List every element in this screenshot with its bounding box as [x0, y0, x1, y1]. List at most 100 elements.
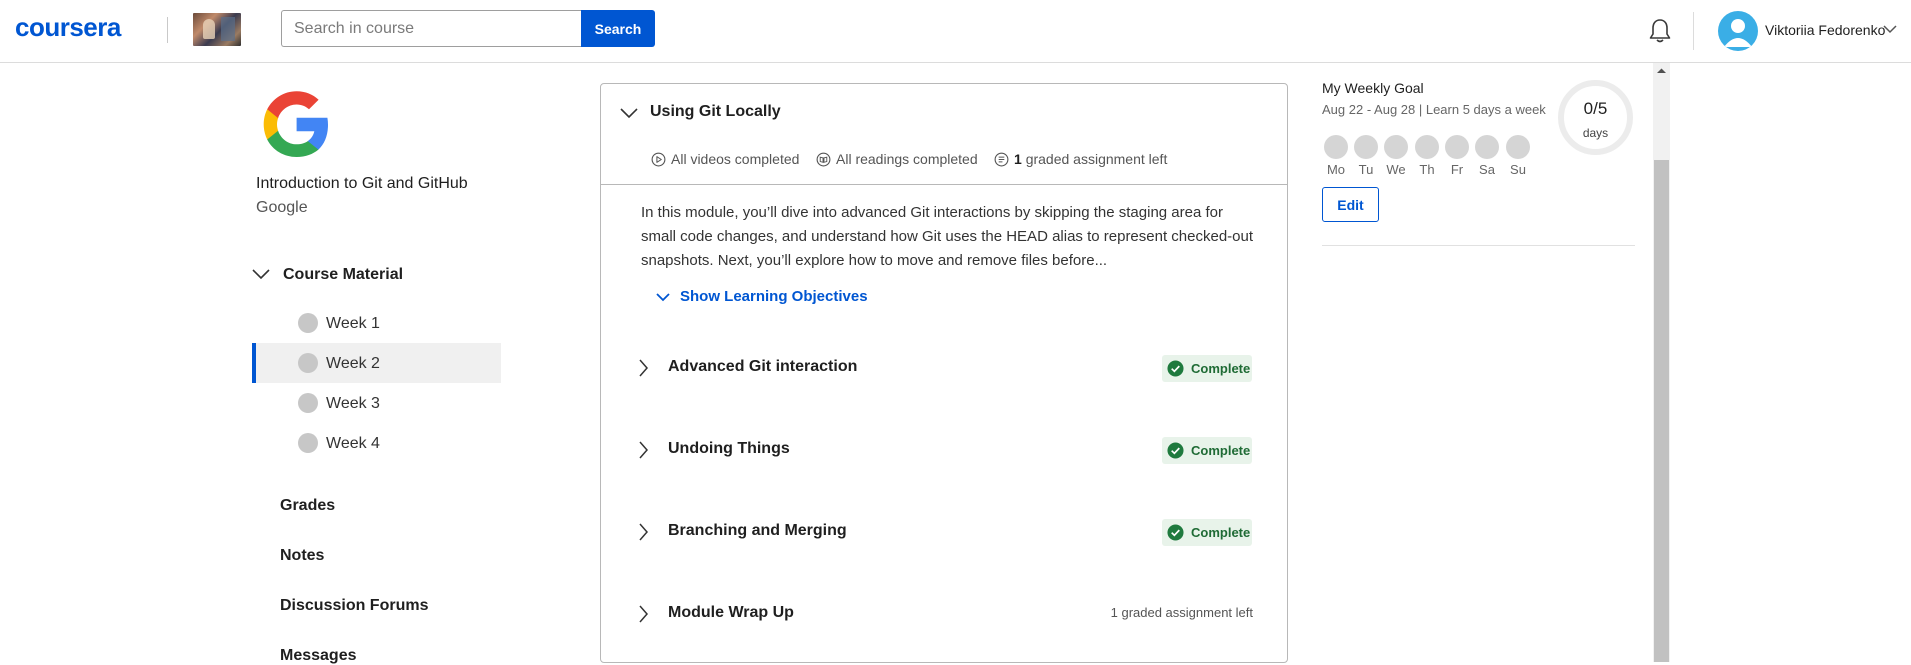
- edit-goal-button[interactable]: Edit: [1322, 187, 1379, 222]
- search-button[interactable]: Search: [581, 10, 655, 47]
- day-label: Tu: [1358, 162, 1374, 177]
- lesson-title: Module Wrap Up: [668, 604, 794, 621]
- day-dot: [1506, 135, 1530, 159]
- avatar-icon[interactable]: [1718, 11, 1758, 51]
- google-logo: [263, 91, 328, 157]
- weekly-goal-title: My Weekly Goal: [1322, 80, 1424, 96]
- day-fr: Fr: [1445, 135, 1469, 177]
- sidebar-link-messages[interactable]: Messages: [280, 647, 357, 665]
- check-circle-icon: [1167, 442, 1184, 459]
- lesson-row[interactable]: Advanced Git interaction Complete: [601, 341, 1287, 401]
- graded-assignment-left: 1 graded assignment left: [1110, 605, 1253, 620]
- graded-count: 1: [1014, 151, 1022, 167]
- goal-unit: days: [1582, 126, 1609, 140]
- goal-count: 0/5: [1583, 99, 1608, 118]
- chevron-down-icon: [656, 292, 670, 301]
- scrollbar-thumb[interactable]: [1654, 160, 1669, 662]
- sidebar-item-week-1[interactable]: Week 1: [252, 303, 501, 343]
- day-label: We: [1386, 162, 1406, 177]
- module-header[interactable]: Using Git Locally All videos completed A…: [601, 84, 1287, 185]
- check-circle-icon: [1167, 524, 1184, 541]
- complete-label: Complete: [1191, 443, 1251, 458]
- course-material-label: Course Material: [283, 266, 404, 283]
- week-label: Week 2: [326, 355, 380, 372]
- chevron-down-icon: [252, 269, 270, 280]
- progress-dot: [298, 393, 318, 413]
- play-circle-icon: [651, 152, 666, 166]
- day-su: Su: [1506, 135, 1530, 177]
- weekly-goal-range: Aug 22 - Aug 28 | Learn 5 days a week: [1322, 102, 1546, 117]
- course-thumbnail[interactable]: [193, 13, 241, 46]
- readings-status-text: All readings completed: [836, 151, 978, 167]
- coursera-logo[interactable]: coursera: [15, 12, 121, 43]
- lesson-row[interactable]: Undoing Things Complete: [601, 423, 1287, 483]
- day-label: Th: [1419, 162, 1435, 177]
- scroll-up-arrow-icon[interactable]: [1655, 66, 1668, 76]
- videos-status-text: All videos completed: [671, 151, 800, 167]
- weekly-goal-progress-ring: 0/5 days: [1558, 80, 1633, 155]
- day-label: Su: [1510, 162, 1526, 177]
- day-label: Sa: [1479, 162, 1495, 177]
- sidebar-link-discussion-forums[interactable]: Discussion Forums: [280, 597, 428, 615]
- chevron-right-icon: [639, 359, 648, 377]
- sidebar-link-notes[interactable]: Notes: [280, 547, 324, 565]
- day-dot: [1445, 135, 1469, 159]
- day-dot: [1354, 135, 1378, 159]
- lesson-row[interactable]: Branching and Merging Complete: [601, 505, 1287, 565]
- day-dot: [1384, 135, 1408, 159]
- day-label: Mo: [1326, 162, 1346, 177]
- chevron-right-icon: [639, 441, 648, 459]
- bell-icon[interactable]: [1648, 18, 1672, 44]
- week-label: Week 1: [326, 315, 380, 332]
- header-divider: [1693, 12, 1694, 50]
- course-material-toggle[interactable]: Course Material: [250, 263, 500, 289]
- assignment-icon: [994, 152, 1009, 166]
- day-sa: Sa: [1475, 135, 1499, 177]
- day-we: We: [1384, 135, 1408, 177]
- day-tu: Tu: [1354, 135, 1378, 177]
- readings-status: All readings completed: [816, 151, 978, 167]
- sidebar-link-grades[interactable]: Grades: [280, 497, 335, 515]
- chevron-right-icon: [639, 523, 648, 541]
- learning-objectives-label: Show Learning Objectives: [680, 288, 868, 305]
- chevron-down-icon: [620, 108, 638, 119]
- progress-dot: [298, 433, 318, 453]
- day-dot: [1475, 135, 1499, 159]
- top-header: coursera Search Viktoriia Fedorenko: [0, 0, 1911, 63]
- search-input[interactable]: [281, 10, 582, 47]
- week-label: Week 4: [326, 435, 380, 452]
- course-organization: Google: [256, 199, 308, 216]
- sidebar-item-week-3[interactable]: Week 3: [252, 383, 501, 423]
- user-name[interactable]: Viktoriia Fedorenko: [1765, 22, 1885, 38]
- complete-label: Complete: [1191, 361, 1251, 376]
- videos-status: All videos completed: [651, 151, 799, 167]
- sidebar-item-week-4[interactable]: Week 4: [252, 423, 501, 463]
- lesson-title: Branching and Merging: [668, 522, 847, 539]
- progress-dot: [298, 353, 318, 373]
- graded-status-text: graded assignment left: [1025, 151, 1168, 167]
- complete-badge: Complete: [1162, 519, 1252, 546]
- logo-divider: [167, 17, 168, 43]
- day-th: Th: [1415, 135, 1439, 177]
- chevron-down-icon[interactable]: [1883, 24, 1897, 34]
- day-dot: [1324, 135, 1348, 159]
- progress-dot: [298, 313, 318, 333]
- course-title: Introduction to Git and GitHub: [256, 175, 468, 192]
- active-indicator: [252, 343, 256, 383]
- day-dot: [1415, 135, 1439, 159]
- sidebar-item-week-2[interactable]: Week 2: [252, 343, 501, 383]
- chevron-right-icon: [639, 605, 648, 623]
- week-label: Week 3: [326, 395, 380, 412]
- day-mo: Mo: [1324, 135, 1348, 177]
- show-learning-objectives-link[interactable]: Show Learning Objectives: [656, 288, 868, 305]
- complete-badge: Complete: [1162, 437, 1252, 464]
- graded-status: 1 graded assignment left: [994, 151, 1167, 167]
- complete-label: Complete: [1191, 525, 1251, 540]
- reading-icon: [816, 152, 831, 166]
- module-title: Using Git Locally: [650, 103, 781, 120]
- lesson-row[interactable]: Module Wrap Up 1 graded assignment left: [601, 587, 1287, 647]
- lesson-title: Undoing Things: [668, 440, 790, 457]
- lesson-title: Advanced Git interaction: [668, 358, 858, 375]
- check-circle-icon: [1167, 360, 1184, 377]
- module-card: Using Git Locally All videos completed A…: [600, 83, 1288, 663]
